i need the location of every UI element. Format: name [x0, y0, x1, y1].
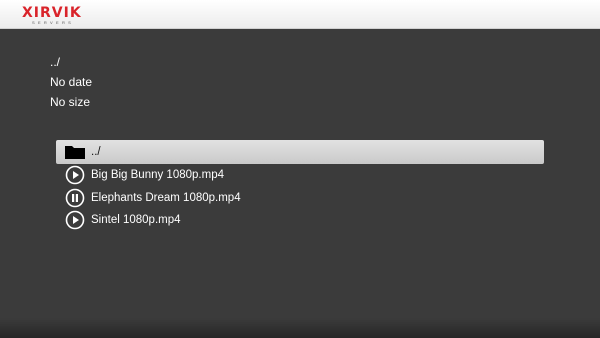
- list-item-label: Sintel 1080p.mp4: [91, 214, 181, 227]
- list-item-parent-folder[interactable]: ../: [56, 140, 544, 164]
- play-icon: [64, 165, 86, 185]
- current-path: ../: [50, 55, 61, 69]
- list-item-label: Elephants Dream 1080p.mp4: [91, 191, 241, 204]
- file-info-panel: ../ No date No size: [50, 52, 92, 112]
- logo-text: XIRVIK: [22, 5, 82, 21]
- xirvik-logo: XIRVIK SERVERS: [22, 6, 102, 28]
- list-item-label: ../: [91, 146, 101, 158]
- logo-subtext: SERVERS: [32, 20, 75, 25]
- file-size: No size: [50, 95, 91, 109]
- list-item-file[interactable]: Big Big Bunny 1080p.mp4: [56, 164, 544, 187]
- file-list: ../ Big Big Bunny 1080p.mp4 Elephants Dr…: [56, 140, 544, 232]
- bottom-shade: [0, 318, 600, 338]
- folder-icon: [64, 143, 86, 161]
- list-item-file[interactable]: Elephants Dream 1080p.mp4: [56, 187, 544, 210]
- play-icon: [64, 210, 86, 230]
- list-item-file[interactable]: Sintel 1080p.mp4: [56, 209, 544, 232]
- list-item-label: Big Big Bunny 1080p.mp4: [91, 169, 224, 182]
- file-date: No date: [50, 75, 93, 89]
- header-bar: XIRVIK SERVERS: [0, 0, 600, 29]
- pause-icon: [64, 188, 86, 208]
